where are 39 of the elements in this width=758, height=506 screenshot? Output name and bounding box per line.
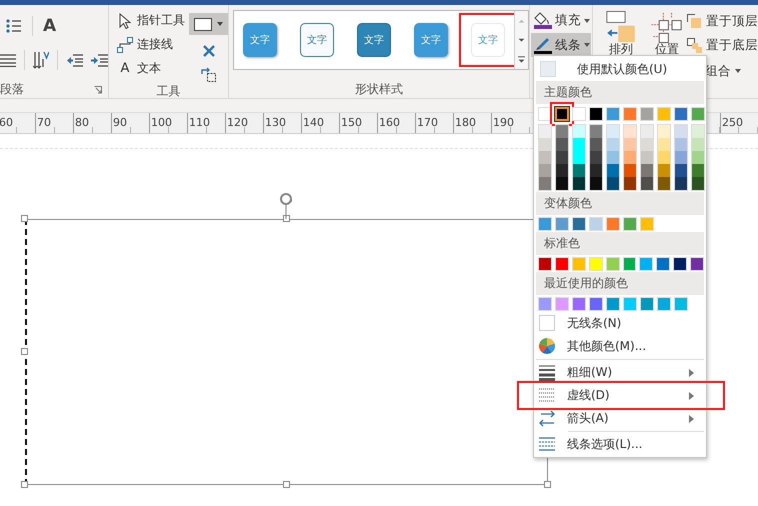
ruler-label: 90	[111, 113, 149, 133]
group-label: 段落	[0, 82, 24, 96]
ruler-label: 80	[73, 113, 111, 133]
menu-item[interactable]: 其他颜色(M)...	[536, 335, 704, 358]
order-button[interactable]: 置于底层	[687, 35, 758, 55]
section-header: 标准色	[544, 235, 580, 252]
format-button[interactable]: 填充	[531, 10, 591, 31]
ruler-label: 70	[35, 113, 73, 133]
section-header: 变体颜色	[544, 195, 592, 212]
ruler-label: 150	[339, 113, 377, 133]
menu-item[interactable]: 无线条(N)	[536, 312, 704, 335]
tool-button[interactable]: 指针工具	[117, 10, 185, 31]
section-header: 主题颜色	[544, 84, 592, 101]
ruler-label: 170	[415, 113, 453, 133]
ruler-label: 100	[149, 113, 187, 133]
group-label: 工具	[156, 84, 180, 98]
menu-item[interactable]: 箭头(A)	[536, 407, 704, 430]
ruler-label: 160	[377, 113, 415, 133]
ruler-label: 60	[0, 113, 35, 133]
font-size-icon[interactable]: A	[43, 17, 56, 35]
ruler-label: 190	[491, 113, 529, 133]
section-header: 最近使用的颜色	[544, 275, 628, 292]
order-button[interactable]: 置于顶层	[687, 11, 758, 31]
menu-item[interactable]: 使用默认颜色(U)	[536, 57, 704, 81]
menu-item[interactable]: 粗细(W)	[536, 361, 704, 384]
ruler-label: 120	[225, 113, 263, 133]
format-button[interactable]: 线条	[531, 33, 591, 57]
menu-item[interactable]: 虚线(D)	[536, 384, 704, 407]
ruler-label: 180	[453, 113, 491, 133]
ruler-label: 130	[263, 113, 301, 133]
style-tile[interactable]: 文字	[357, 23, 391, 57]
style-tile[interactable]: 文字	[300, 23, 334, 57]
tool-button[interactable]: 连接线	[117, 34, 185, 55]
group-label: 形状样式	[355, 82, 403, 96]
tool-button[interactable]: A 文本	[117, 58, 185, 79]
ruler-label: 110	[187, 113, 225, 133]
ruler-label: 140	[301, 113, 339, 133]
menu-item[interactable]: 线条选项(L)...	[536, 433, 704, 456]
ruler-label: 250	[720, 113, 758, 133]
